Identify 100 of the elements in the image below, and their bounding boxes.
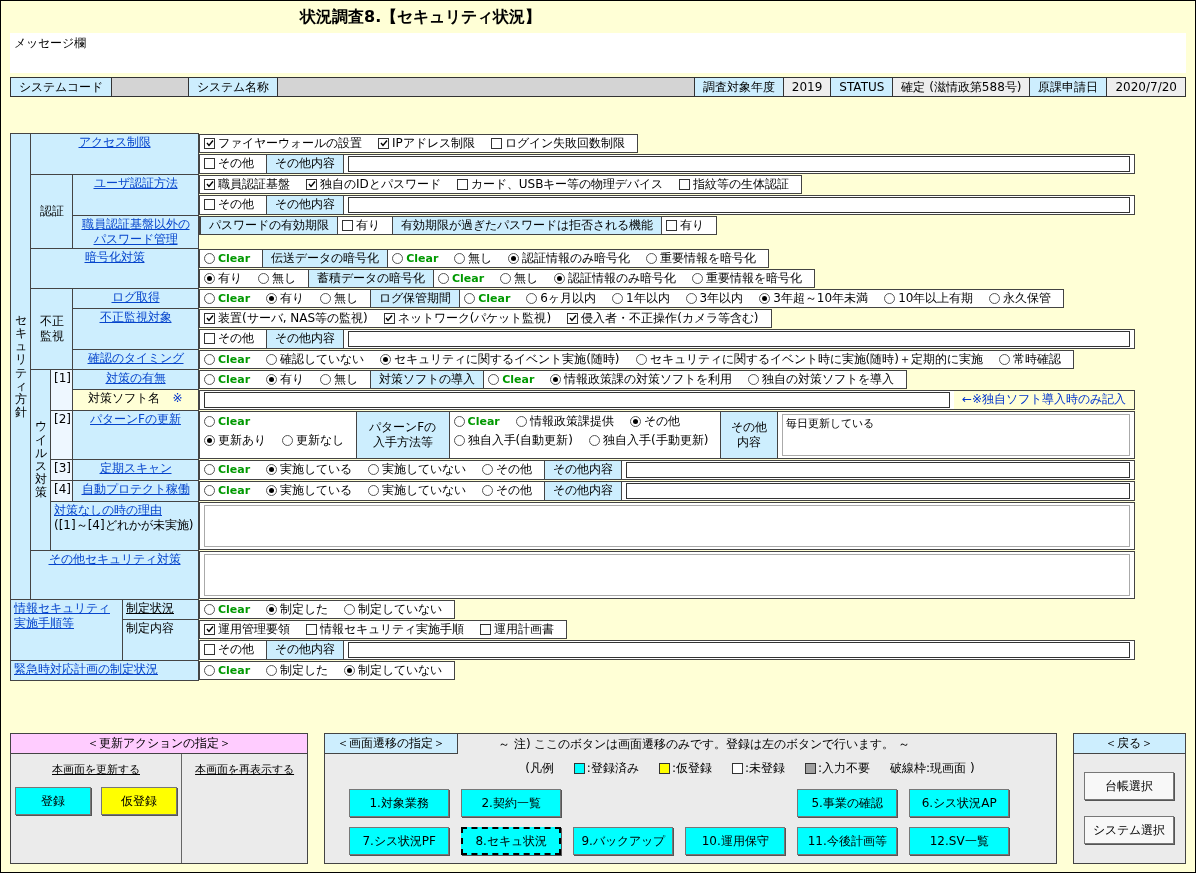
radio-button[interactable] [554, 272, 566, 284]
radio-button[interactable] [204, 292, 215, 304]
text-input[interactable] [348, 330, 1130, 347]
radio-button[interactable] [266, 353, 278, 365]
checkbox[interactable] [456, 178, 468, 190]
radio-button[interactable] [482, 464, 494, 475]
radio-button[interactable] [204, 272, 215, 284]
section-link[interactable]: 対策なしの時の理由 [54, 503, 162, 518]
radio-button[interactable] [266, 464, 278, 475]
radio-button[interactable] [989, 292, 1001, 304]
navigation-button[interactable]: 5.事業の確認 [797, 789, 898, 817]
checkbox[interactable] [306, 623, 317, 635]
radio-button[interactable] [204, 664, 215, 676]
navigation-button[interactable]: 12.SV一覧 [909, 827, 1010, 855]
checkbox[interactable] [204, 137, 215, 149]
radio-button[interactable] [500, 272, 512, 284]
checkbox[interactable] [204, 158, 215, 169]
radio-button[interactable] [692, 272, 704, 284]
radio-button[interactable] [454, 252, 466, 264]
section-link[interactable]: 情報セキュリティ実施手順等 [14, 601, 119, 631]
radio-button[interactable] [635, 353, 647, 365]
radio-button[interactable] [368, 485, 380, 496]
checkbox[interactable] [204, 199, 215, 210]
radio-button[interactable] [998, 353, 1010, 365]
text-input[interactable] [204, 391, 950, 408]
navigation-button[interactable]: 10.運用保守 [685, 827, 786, 855]
section-link[interactable]: 職員認証基盤以外のパスワード管理 [76, 217, 195, 247]
checkbox[interactable] [480, 623, 491, 635]
checkbox[interactable] [204, 644, 215, 655]
navigation-button[interactable]: 2.契約一覧 [461, 789, 562, 817]
radio-button[interactable] [508, 252, 520, 264]
radio-button[interactable] [453, 415, 465, 427]
radio-button[interactable] [204, 485, 215, 496]
section-link[interactable]: 暗号化対策 [84, 250, 145, 265]
back-button[interactable]: システム選択 [1084, 816, 1175, 844]
text-input[interactable] [348, 196, 1130, 213]
radio-button[interactable] [488, 373, 500, 385]
section-link[interactable]: 確認のタイミング [87, 351, 184, 366]
navigation-button[interactable]: 9.バックアップ [573, 827, 674, 855]
radio-button[interactable] [884, 292, 896, 304]
radio-button[interactable] [282, 434, 293, 446]
radio-button[interactable] [368, 464, 380, 475]
radio-button[interactable] [204, 603, 215, 615]
back-button[interactable]: 台帳選択 [1084, 772, 1175, 800]
section-link[interactable]: 自動プロテクト稼働 [81, 482, 190, 497]
text-input[interactable] [626, 482, 1130, 499]
checkbox[interactable] [679, 178, 691, 190]
section-link[interactable]: 不正監視対象 [99, 310, 172, 325]
radio-button[interactable] [646, 252, 658, 264]
radio-button[interactable] [759, 292, 771, 304]
text-area[interactable]: 毎日更新している [781, 413, 1130, 456]
action-button[interactable]: 仮登録 [101, 787, 177, 815]
radio-button[interactable] [266, 664, 278, 676]
radio-button[interactable] [320, 373, 332, 385]
checkbox[interactable] [204, 178, 215, 190]
checkbox[interactable] [306, 178, 317, 190]
radio-button[interactable] [204, 415, 215, 427]
radio-button[interactable] [266, 373, 278, 385]
radio-button[interactable] [464, 292, 476, 304]
section-link[interactable]: 緊急時対応計画の制定状況 [14, 662, 158, 677]
radio-button[interactable] [204, 252, 215, 264]
section-link[interactable]: ログ取得 [111, 290, 160, 305]
radio-button[interactable] [258, 272, 269, 284]
radio-button[interactable] [392, 252, 404, 264]
checkbox[interactable] [666, 219, 677, 231]
action-button[interactable]: 登録 [15, 787, 91, 815]
navigation-button[interactable]: 7.シス状況PF [349, 827, 450, 855]
radio-button[interactable] [320, 292, 332, 304]
navigation-button[interactable]: 6.シス状況AP [909, 789, 1010, 817]
checkbox[interactable] [567, 312, 579, 324]
radio-button[interactable] [204, 434, 215, 446]
section-link[interactable]: ユーザ認証方法 [93, 176, 178, 191]
navigation-button[interactable]: 11.今後計画等 [797, 827, 898, 855]
checkbox[interactable] [204, 333, 215, 344]
radio-button[interactable] [453, 434, 465, 446]
checkbox[interactable] [342, 219, 353, 231]
radio-button[interactable] [482, 485, 494, 496]
radio-button[interactable] [204, 464, 215, 475]
checkbox[interactable] [490, 137, 502, 149]
radio-button[interactable] [748, 373, 760, 385]
radio-button[interactable] [526, 292, 538, 304]
radio-button[interactable] [515, 415, 527, 427]
text-input[interactable] [348, 155, 1130, 172]
section-link[interactable]: パターンFの更新 [90, 412, 181, 427]
radio-button[interactable] [685, 292, 697, 304]
radio-button[interactable] [266, 292, 278, 304]
text-input[interactable] [626, 461, 1130, 478]
checkbox[interactable] [204, 623, 215, 635]
checkbox[interactable] [383, 312, 395, 324]
radio-button[interactable] [344, 603, 356, 615]
radio-button[interactable] [629, 415, 641, 427]
section-link[interactable]: 定期スキャン [99, 461, 172, 476]
navigation-button[interactable]: 8.セキュ状況 [461, 827, 562, 855]
radio-button[interactable] [550, 373, 562, 385]
radio-button[interactable] [588, 434, 600, 446]
radio-button[interactable] [611, 292, 623, 304]
radio-button[interactable] [204, 353, 215, 365]
section-link[interactable]: 対策の有無 [105, 371, 166, 386]
navigation-button[interactable]: 1.対象業務 [349, 789, 450, 817]
radio-button[interactable] [438, 272, 449, 284]
